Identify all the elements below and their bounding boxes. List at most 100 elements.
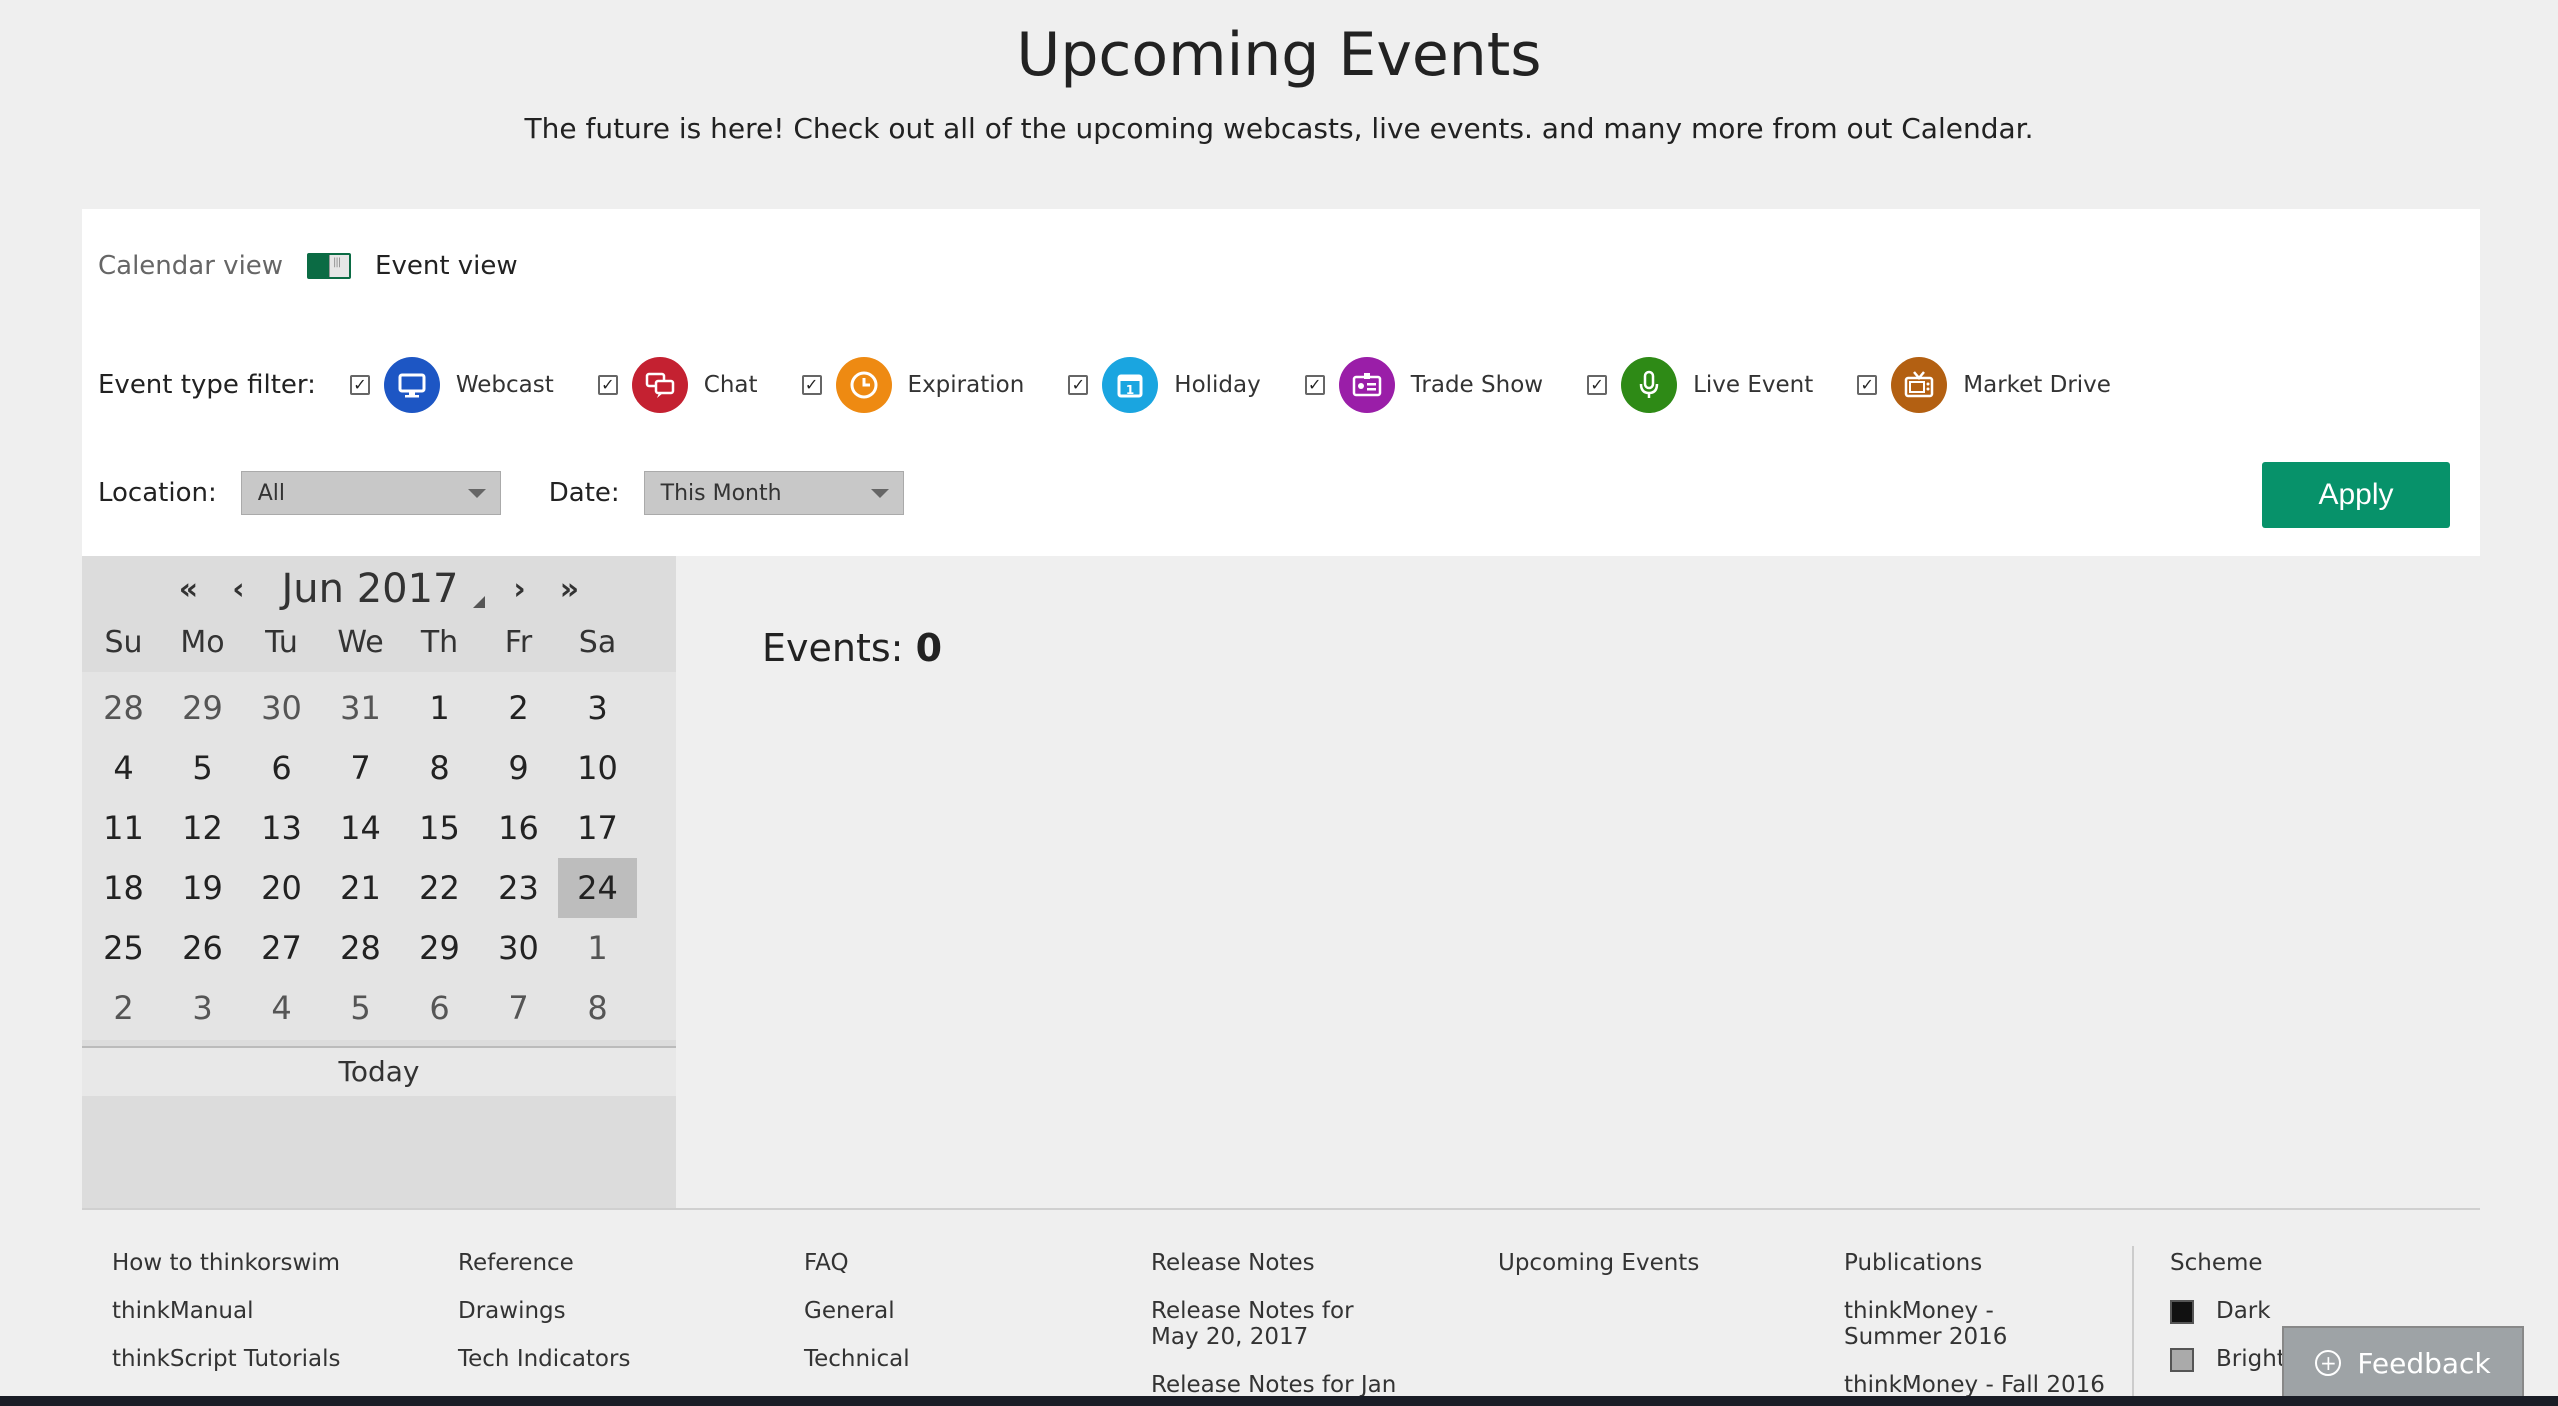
calendar-day[interactable]: 29 (163, 678, 242, 738)
calendar-day[interactable]: 2 (84, 978, 163, 1038)
weekday: Su (104, 625, 143, 660)
event-view-label[interactable]: Event view (375, 251, 518, 281)
calendar-day[interactable]: 25 (84, 918, 163, 978)
footer-link[interactable]: Technical (804, 1346, 910, 1372)
calendar-day[interactable]: 4 (84, 738, 163, 798)
calendar-day[interactable]: 24 (558, 858, 637, 918)
dropdown-triangle-icon (472, 596, 485, 608)
footer-link[interactable]: Upcoming Events (1498, 1250, 1699, 1276)
weekday: Mo (180, 625, 225, 660)
scheme-bright-option[interactable]: Bright (2170, 1346, 2286, 1372)
calendar-day[interactable]: 6 (242, 738, 321, 798)
weekday: We (337, 625, 384, 660)
calendar-day[interactable]: 8 (400, 738, 479, 798)
location-select[interactable]: All (240, 471, 501, 515)
filter-live-event[interactable]: ✓ Live Event (1587, 357, 1813, 413)
chat-checkbox[interactable]: ✓ (597, 375, 618, 395)
prev-year-icon[interactable]: « (163, 572, 213, 607)
footer-link[interactable]: thinkScript Tutorials (112, 1346, 340, 1372)
calendar-day[interactable]: 7 (321, 738, 400, 798)
chat-bubbles-icon (631, 357, 688, 413)
calendar-day[interactable]: 6 (400, 978, 479, 1038)
microphone-icon (1621, 357, 1678, 413)
today-button[interactable]: Today (82, 1046, 676, 1096)
calendar-day[interactable]: 11 (84, 798, 163, 858)
view-toggle-switch[interactable] (307, 253, 352, 279)
footer-link[interactable]: thinkManual (112, 1298, 340, 1324)
calendar-day[interactable]: 3 (163, 978, 242, 1038)
live-event-checkbox[interactable]: ✓ (1587, 375, 1608, 395)
market-drive-checkbox[interactable]: ✓ (1857, 375, 1878, 395)
filter-webcast[interactable]: ✓ Webcast (349, 357, 554, 413)
filter-expiration[interactable]: ✓ Expiration (801, 357, 1024, 413)
calendar-day[interactable]: 14 (321, 798, 400, 858)
calendar-day[interactable]: 30 (242, 678, 321, 738)
calendar-day[interactable]: 1 (558, 918, 637, 978)
footer-link[interactable]: How to thinkorswim (112, 1250, 340, 1276)
calendar-day[interactable]: 28 (84, 678, 163, 738)
calendar-day[interactable]: 28 (321, 918, 400, 978)
weekday: Fr (504, 625, 533, 660)
calendar-day[interactable]: 16 (479, 798, 558, 858)
calendar-day[interactable]: 12 (163, 798, 242, 858)
date-select[interactable]: This Month (643, 471, 904, 515)
next-year-icon[interactable]: » (545, 572, 595, 607)
calendar-day[interactable]: 27 (242, 918, 321, 978)
apply-button[interactable]: Apply (2262, 462, 2450, 528)
filter-market-drive[interactable]: ✓ Market Drive (1857, 357, 2111, 413)
footer-link[interactable]: Release Notes (1151, 1250, 1396, 1276)
webcast-checkbox[interactable]: ✓ (349, 375, 370, 395)
footer-link[interactable]: Tech Indicators (458, 1346, 630, 1372)
calendar-view-label[interactable]: Calendar view (98, 251, 283, 281)
calendar-day[interactable]: 26 (163, 918, 242, 978)
calendar-day[interactable]: 22 (400, 858, 479, 918)
tv-icon (1891, 357, 1948, 413)
location-date-row: Location: All Date: This Month (98, 471, 904, 515)
month-selector[interactable]: Jun 2017 (281, 566, 485, 612)
calendar-day[interactable]: 10 (558, 738, 637, 798)
calendar-day[interactable]: 18 (84, 858, 163, 918)
expiration-checkbox[interactable]: ✓ (801, 375, 822, 395)
calendar-day[interactable]: 15 (400, 798, 479, 858)
feedback-button[interactable]: + Feedback (2282, 1326, 2524, 1400)
market-drive-label: Market Drive (1963, 372, 2111, 398)
filter-chat[interactable]: ✓ Chat (597, 357, 758, 413)
footer-link[interactable]: Drawings (458, 1298, 630, 1324)
calendar-day[interactable]: 8 (558, 978, 637, 1038)
weekday: Tu (265, 625, 298, 660)
footer-link[interactable]: Release Notes for May 20, 2017 (1151, 1298, 1391, 1350)
calendar-day[interactable]: 1 (400, 678, 479, 738)
calendar-day[interactable]: 31 (321, 678, 400, 738)
footer-link[interactable]: Publications (1844, 1250, 2105, 1276)
filter-holiday[interactable]: ✓ 1 Holiday (1068, 357, 1261, 413)
calendar-day[interactable]: 21 (321, 858, 400, 918)
calendar-day[interactable]: 17 (558, 798, 637, 858)
footer-link[interactable]: General (804, 1298, 910, 1324)
footer-col-faq: FAQ General Technical (804, 1250, 910, 1394)
calendar-day[interactable]: 13 (242, 798, 321, 858)
calendar-day[interactable]: 20 (242, 858, 321, 918)
footer-link[interactable]: Reference (458, 1250, 630, 1276)
calendar-day[interactable]: 30 (479, 918, 558, 978)
holiday-checkbox[interactable]: ✓ (1068, 375, 1089, 395)
trade-show-checkbox[interactable]: ✓ (1304, 375, 1325, 395)
footer-link[interactable]: Release Notes for Jan (1151, 1372, 1396, 1398)
footer-col-publications: Publications thinkMoney - Summer 2016 th… (1844, 1250, 2105, 1406)
filter-trade-show[interactable]: ✓ Trade Show (1304, 357, 1543, 413)
calendar-day[interactable]: 19 (163, 858, 242, 918)
next-month-icon[interactable]: › (495, 572, 545, 607)
calendar-day[interactable]: 3 (558, 678, 637, 738)
calendar-day[interactable]: 7 (479, 978, 558, 1038)
scheme-dark-option[interactable]: Dark (2170, 1298, 2286, 1324)
footer-link[interactable]: thinkMoney - Fall 2016 (1844, 1372, 2105, 1398)
calendar-day[interactable]: 4 (242, 978, 321, 1038)
calendar-day[interactable]: 5 (163, 738, 242, 798)
footer-link[interactable]: FAQ (804, 1250, 910, 1276)
calendar-day[interactable]: 29 (400, 918, 479, 978)
footer-link[interactable]: thinkMoney - Summer 2016 (1844, 1298, 2084, 1350)
calendar-day[interactable]: 9 (479, 738, 558, 798)
calendar-day[interactable]: 5 (321, 978, 400, 1038)
prev-month-icon[interactable]: ‹ (213, 572, 263, 607)
calendar-day[interactable]: 2 (479, 678, 558, 738)
calendar-day[interactable]: 23 (479, 858, 558, 918)
